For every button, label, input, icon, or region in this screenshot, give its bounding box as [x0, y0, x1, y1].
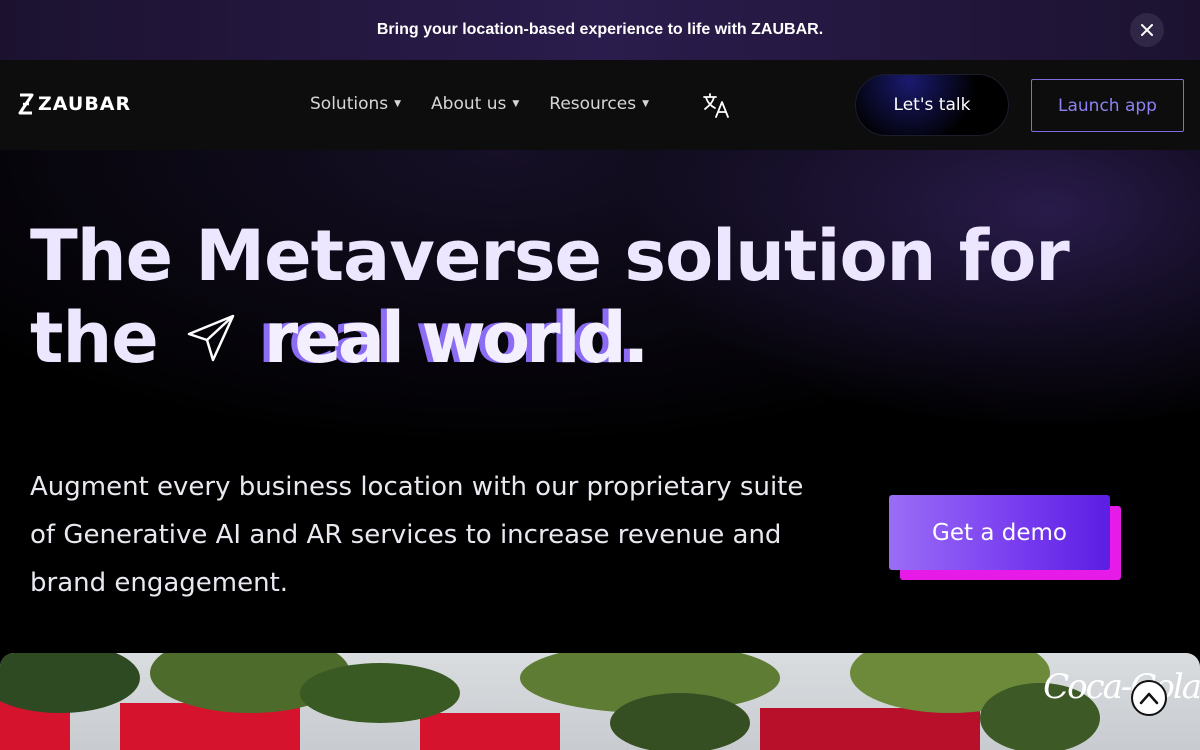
- hero-headline-the: the: [30, 297, 159, 379]
- logo-text: ZAUBAR: [38, 93, 132, 115]
- hero-photo: Coca-Cola: [0, 653, 1200, 750]
- hero-subtext: Augment every business location with our…: [30, 472, 804, 598]
- nav-item-label: About us: [431, 94, 507, 114]
- scroll-to-top-button[interactable]: [1131, 680, 1167, 716]
- caret-down-icon: ▼: [512, 99, 520, 109]
- chevron-up-icon: [1139, 692, 1159, 705]
- caret-down-icon: ▼: [394, 99, 402, 109]
- nav-item-resources[interactable]: Resources ▼: [549, 94, 649, 114]
- translate-icon[interactable]: [702, 91, 730, 119]
- logo[interactable]: ZAUBAR: [17, 93, 131, 115]
- nav-item-about-us[interactable]: About us ▼: [431, 94, 519, 114]
- zaubar-logo-mark: [18, 93, 34, 115]
- lets-talk-button[interactable]: Let's talk: [855, 74, 1009, 136]
- hero-section: The Metaverse solution for the real worl…: [0, 150, 1200, 653]
- coca-cola-logo: Coca-Cola: [1043, 667, 1200, 707]
- announcement-bar: Bring your location-based experience to …: [0, 0, 1200, 60]
- nav-item-label: Solutions: [310, 94, 389, 114]
- announcement-close-button[interactable]: [1130, 13, 1164, 47]
- announcement-text: Bring your location-based experience to …: [376, 21, 824, 38]
- nav-item-solutions[interactable]: Solutions ▼: [310, 94, 401, 114]
- nav-menu: Solutions ▼ About us ▼ Resources ▼: [310, 94, 649, 114]
- top-nav: ZAUBAR Solutions ▼ About us ▼ Resources …: [0, 60, 1200, 150]
- get-a-demo-button[interactable]: Get a demo: [889, 495, 1110, 570]
- hero-headline-line2: the real world.: [30, 297, 650, 379]
- nav-item-label: Resources: [549, 94, 637, 114]
- launch-app-button[interactable]: Launch app: [1031, 79, 1184, 132]
- hero-headline-line1: The Metaverse solution for: [30, 215, 1070, 297]
- close-icon: [1141, 24, 1153, 36]
- caret-down-icon: ▼: [642, 99, 650, 109]
- hero-headline-highlight: real world.: [263, 297, 650, 379]
- send-icon: [187, 314, 235, 362]
